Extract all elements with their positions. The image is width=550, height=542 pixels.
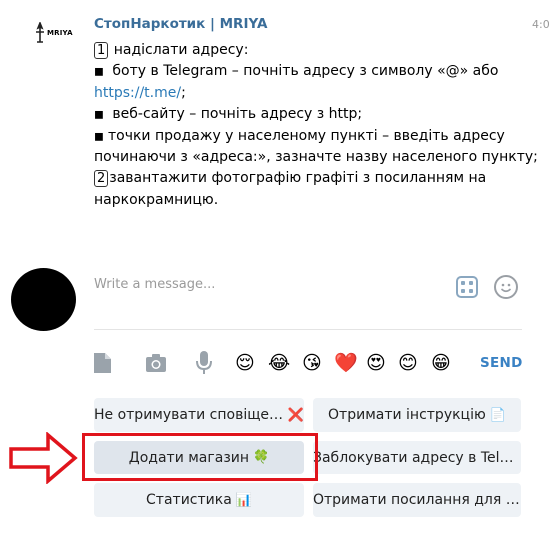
channel-avatar[interactable]: MRIYA [33, 22, 75, 46]
message-line-5: ◼ точки продажу у населеному пункті – вве… [94, 127, 505, 144]
square-bullet-icon: ◼ [94, 128, 104, 143]
message-line-8: наркокрамницю. [94, 191, 219, 208]
message-text: 1 надіслати адресу: ◼ боту в Telegram – … [94, 40, 538, 211]
attach-document-icon[interactable] [92, 352, 112, 374]
user-avatar[interactable] [11, 268, 76, 331]
mriya-logo-icon [36, 22, 44, 43]
message-line-3: https://t.me/; [94, 84, 186, 101]
message-time: 4:0 [532, 18, 550, 31]
keyboard-button-mute[interactable]: Не отримувати сповіщення ❌ [94, 398, 304, 432]
cross-icon: ❌ [287, 407, 304, 423]
keyboard-button-statistics[interactable]: Статистика 📊 [94, 483, 304, 517]
emoji-heart-eyes-icon[interactable]: 😍 [366, 351, 386, 375]
keyboard-button-block-address[interactable]: Заблокувати адресу в Tele... [313, 441, 521, 474]
message-line-7: 2 завантажити фотографію графіті з посила… [94, 168, 534, 189]
bot-keyboard-icon[interactable] [456, 276, 478, 298]
microphone-icon[interactable] [195, 350, 213, 376]
bar-chart-icon: 📊 [235, 492, 252, 508]
keycap-2: 2 [94, 170, 109, 188]
highlight-frame [82, 433, 318, 481]
emoji-grin-icon[interactable]: 😁 [431, 351, 451, 375]
tme-link[interactable]: https://t.me/ [94, 85, 181, 101]
right-arrow-icon [9, 432, 78, 484]
send-button[interactable]: SEND [480, 355, 523, 371]
emoji-picker-icon[interactable] [494, 275, 518, 299]
page-icon: 📄 [489, 407, 506, 423]
message-input[interactable] [94, 274, 444, 294]
message-line-4: ◼ веб-сайту – почніть адресу з http; [94, 106, 363, 123]
message-line-6: починаючи з «адреса:», зазначте назву на… [94, 149, 538, 166]
logo-text: MRIYA [47, 29, 73, 37]
keyboard-button-instructions[interactable]: Отримати інструкцію 📄 [313, 398, 521, 432]
keyboard-button-get-link[interactable]: Отримати посилання для з... [313, 483, 521, 517]
emoji-blush-icon[interactable]: 😊 [398, 351, 418, 375]
emoji-kiss-icon[interactable]: 😘 [302, 351, 322, 375]
emoji-heart-icon[interactable]: ❤️ [334, 351, 358, 375]
keycap-1: 1 [94, 42, 109, 59]
square-bullet-icon: ◼ [94, 64, 104, 79]
message-line-2: ◼ боту в Telegram – почніть адресу з сим… [94, 63, 499, 80]
square-bullet-icon: ◼ [94, 107, 104, 122]
message-sender[interactable]: СтопНаркотик | MRIYA [94, 16, 267, 32]
camera-icon[interactable] [145, 353, 167, 373]
message-line-1: 1 надіслати адресу: [94, 40, 534, 61]
emoji-relieved-icon[interactable]: 😌 [235, 351, 255, 375]
emoji-joy-icon[interactable]: 😂 [268, 351, 290, 375]
composer-divider [94, 329, 522, 330]
